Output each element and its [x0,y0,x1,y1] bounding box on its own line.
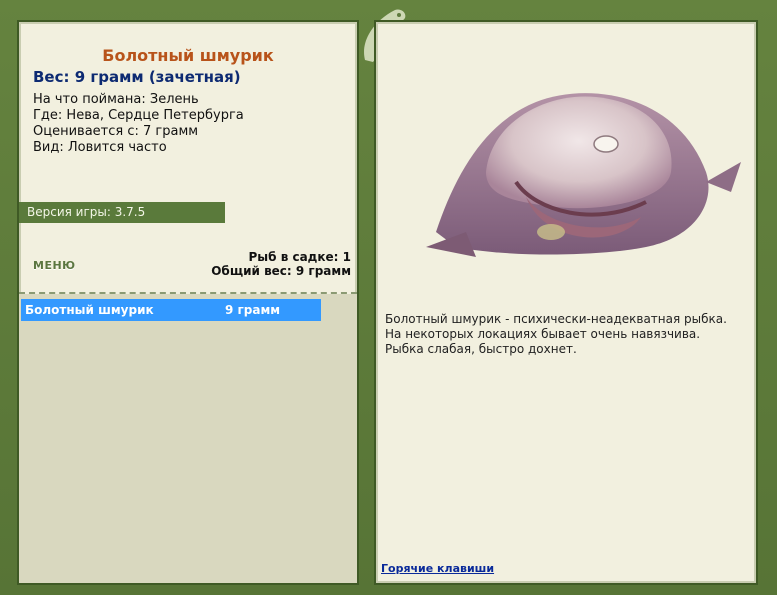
fish-count: Рыб в садке: 1 [248,250,352,264]
cage-stats: Рыб в садке: 1 Общий вес: 9 грамм [211,250,351,278]
fish-title: Болотный шмурик [102,46,274,65]
description-line: Болотный шмурик - психически-неадекватна… [385,312,727,326]
hotkeys-link[interactable]: Горячие клавиши [381,562,494,575]
description-line: На некоторых локациях бывает очень навяз… [385,327,701,341]
info-location: Где: Нева, Сердце Петербурга [33,108,244,123]
total-weight: Общий вес: 9 грамм [211,264,351,278]
description-line: Рыбка слабая, быстро дохнет. [385,342,577,356]
catch-list: Болотный шмурик 9 грамм [19,294,357,583]
list-item-weight: 9 грамм [225,303,281,317]
fish-detail-panel: Болотный шмурик - психически-неадекватна… [376,22,756,583]
info-min-weight: Оценивается с: 7 грамм [33,124,199,139]
version-bar: Версия игры: 3.7.5 [19,202,225,223]
info-bait: На что поймана: Зелень [33,92,199,107]
list-item[interactable]: Болотный шмурик 9 грамм [21,299,321,321]
menu-button[interactable]: МЕНЮ [33,259,76,272]
info-frequency: Вид: Ловится часто [33,140,167,155]
fish-info: На что поймана: Зелень Где: Нева, Сердце… [33,92,244,156]
list-item-name: Болотный шмурик [25,303,154,317]
fish-weight: Вес: 9 грамм (зачетная) [33,68,241,86]
catch-panel: Болотный шмурик Вес: 9 грамм (зачетная) … [19,22,357,583]
blobfish-image [426,93,741,257]
fish-description: Болотный шмурик - психически-неадекватна… [385,312,727,357]
